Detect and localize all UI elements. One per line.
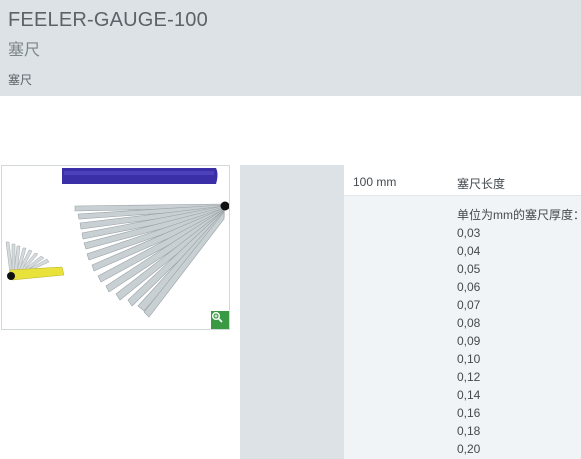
thickness-item: 0,20	[457, 442, 481, 456]
large-gauge-pivot	[220, 201, 229, 211]
spec-length-value: 100 mm	[353, 175, 397, 189]
thickness-item: 0,05	[457, 262, 481, 276]
pouch-shape	[62, 168, 218, 184]
thickness-item: 0,16	[457, 406, 481, 420]
thickness-item: 0,07	[457, 298, 481, 312]
thickness-item: 0,14	[457, 388, 481, 402]
thickness-item: 0,09	[457, 334, 481, 348]
product-image[interactable]	[1, 165, 230, 330]
spec-length-label: 塞尺长度	[457, 177, 506, 191]
thickness-heading: 单位为mm的塞尺厚度：	[457, 208, 581, 222]
pouch-highlight	[64, 171, 214, 175]
thickness-item: 0,18	[457, 424, 481, 438]
product-category: 塞尺	[8, 73, 33, 87]
spec-side-panel	[240, 165, 344, 459]
small-gauge-pivot	[7, 272, 15, 280]
feeler-gauge-illustration	[5, 168, 229, 318]
product-subtitle: 塞尺	[8, 42, 41, 59]
product-title: FEELER-GAUGE-100	[8, 9, 208, 31]
product-header: FEELER-GAUGE-100 塞尺 塞尺	[0, 0, 581, 96]
thickness-item: 0,08	[457, 316, 481, 330]
thickness-item: 0,10	[457, 352, 481, 366]
thickness-item: 0,12	[457, 370, 481, 384]
zoom-button[interactable]	[211, 311, 229, 329]
thickness-list: 单位为mm的塞尺厚度： 0,03 0,04 0,05 0,06 0,07 0,0…	[457, 206, 581, 458]
thickness-item: 0,06	[457, 280, 481, 294]
magnifier-icon	[212, 312, 223, 323]
large-gauge-blades	[74, 203, 225, 318]
thickness-item: 0,04	[457, 244, 481, 258]
thickness-item: 0,03	[457, 226, 481, 240]
